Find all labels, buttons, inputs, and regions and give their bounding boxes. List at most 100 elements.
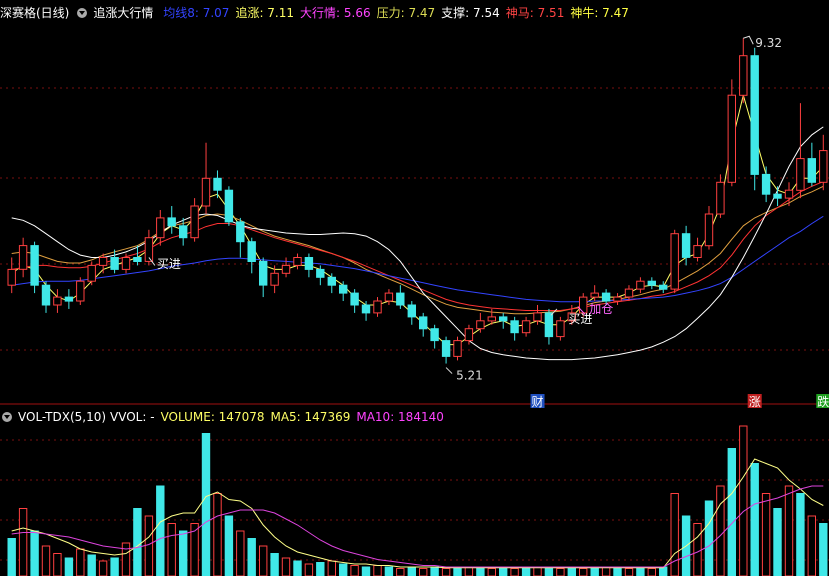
volume-bar (236, 530, 245, 576)
volume-bar (293, 560, 302, 576)
volume-bar (41, 545, 51, 576)
volume-bar (201, 433, 211, 576)
stock-chart[interactable]: 9.325.21买进买进加仓财涨跌 (0, 0, 829, 576)
volume-bar (807, 515, 816, 576)
volume-bar (659, 566, 668, 576)
volume-bar (613, 568, 622, 576)
volume-bar (30, 530, 39, 576)
candle (167, 217, 176, 227)
volume-bar (7, 538, 16, 576)
volume-bar (773, 508, 782, 576)
volume-bar (750, 463, 759, 576)
candle (213, 177, 222, 191)
candle (98, 257, 108, 266)
volume-bar (144, 515, 154, 576)
candle (464, 328, 474, 342)
volume-bar (213, 493, 222, 576)
candle (293, 257, 302, 266)
volume-bar (453, 568, 462, 576)
volume-bar (259, 545, 268, 576)
volume-bar (579, 568, 588, 576)
volume-bar (761, 493, 771, 576)
candle (727, 94, 736, 183)
volume-bar (727, 448, 736, 576)
volume-bar (499, 566, 508, 576)
candle (201, 177, 211, 207)
candle (396, 292, 405, 306)
volume-bar (784, 485, 794, 576)
volume-bar (670, 493, 679, 576)
volume-bar (339, 563, 348, 576)
candle (601, 292, 611, 302)
candle (361, 304, 371, 314)
volume-bar (441, 568, 451, 576)
low-marker (445, 367, 453, 374)
candle (716, 181, 725, 215)
candle (327, 276, 337, 286)
candle (533, 312, 542, 322)
volume-bar (98, 560, 108, 576)
candle (521, 320, 531, 334)
volume-bar (396, 568, 405, 576)
low-label: 5.21 (456, 369, 483, 383)
buy-signal-label: 买进 (157, 257, 181, 271)
volume-bar (316, 562, 325, 576)
candle (510, 320, 519, 334)
candle (819, 150, 828, 183)
volume-bar (624, 568, 634, 576)
volume-bar (361, 566, 371, 576)
candle (384, 292, 394, 302)
candle (30, 245, 39, 286)
volume-bar (556, 568, 565, 576)
volume-bar (64, 557, 74, 576)
volume-bar (716, 485, 725, 576)
volume-bar (87, 554, 96, 576)
candle (316, 268, 325, 278)
candle (670, 233, 679, 290)
volume-bar (636, 566, 645, 576)
candle (681, 233, 691, 258)
volume-bar (270, 553, 279, 576)
volume-bar (419, 568, 428, 576)
candle (110, 257, 119, 270)
volume-bar (521, 568, 531, 576)
volume-bar (247, 538, 256, 576)
candle (407, 304, 417, 318)
candle (156, 217, 165, 239)
volume-bar (384, 566, 394, 576)
candle (453, 340, 462, 357)
volume-bar (304, 563, 314, 576)
volume-bar (544, 568, 554, 576)
candle (179, 225, 188, 239)
volume-bar (533, 566, 542, 576)
candle (430, 328, 439, 342)
volume-bar (796, 493, 805, 576)
candle (259, 260, 268, 286)
finance-tag: 财 (532, 395, 544, 409)
candle (544, 312, 554, 338)
candle (190, 205, 199, 239)
fall-tag: 跌 (817, 394, 829, 409)
volume-bar (487, 568, 497, 576)
candle (7, 268, 16, 286)
volume-bar (327, 560, 337, 576)
volume-bar (704, 500, 714, 576)
candle (636, 280, 645, 290)
high-marker (743, 35, 754, 45)
candle (659, 284, 668, 290)
volume-bar (156, 485, 165, 576)
candle (236, 221, 245, 243)
candle (613, 296, 622, 302)
high-label: 9.32 (755, 36, 782, 50)
candle (64, 296, 74, 302)
volume-bar (739, 425, 748, 576)
volume-bar (179, 530, 188, 576)
candle (121, 257, 131, 270)
candle (339, 284, 348, 294)
candle (18, 245, 28, 270)
candle (87, 264, 96, 282)
volume-bar (350, 565, 359, 576)
candle (41, 284, 51, 306)
add-position-label: 加仓 (589, 302, 613, 316)
candle (224, 189, 234, 223)
